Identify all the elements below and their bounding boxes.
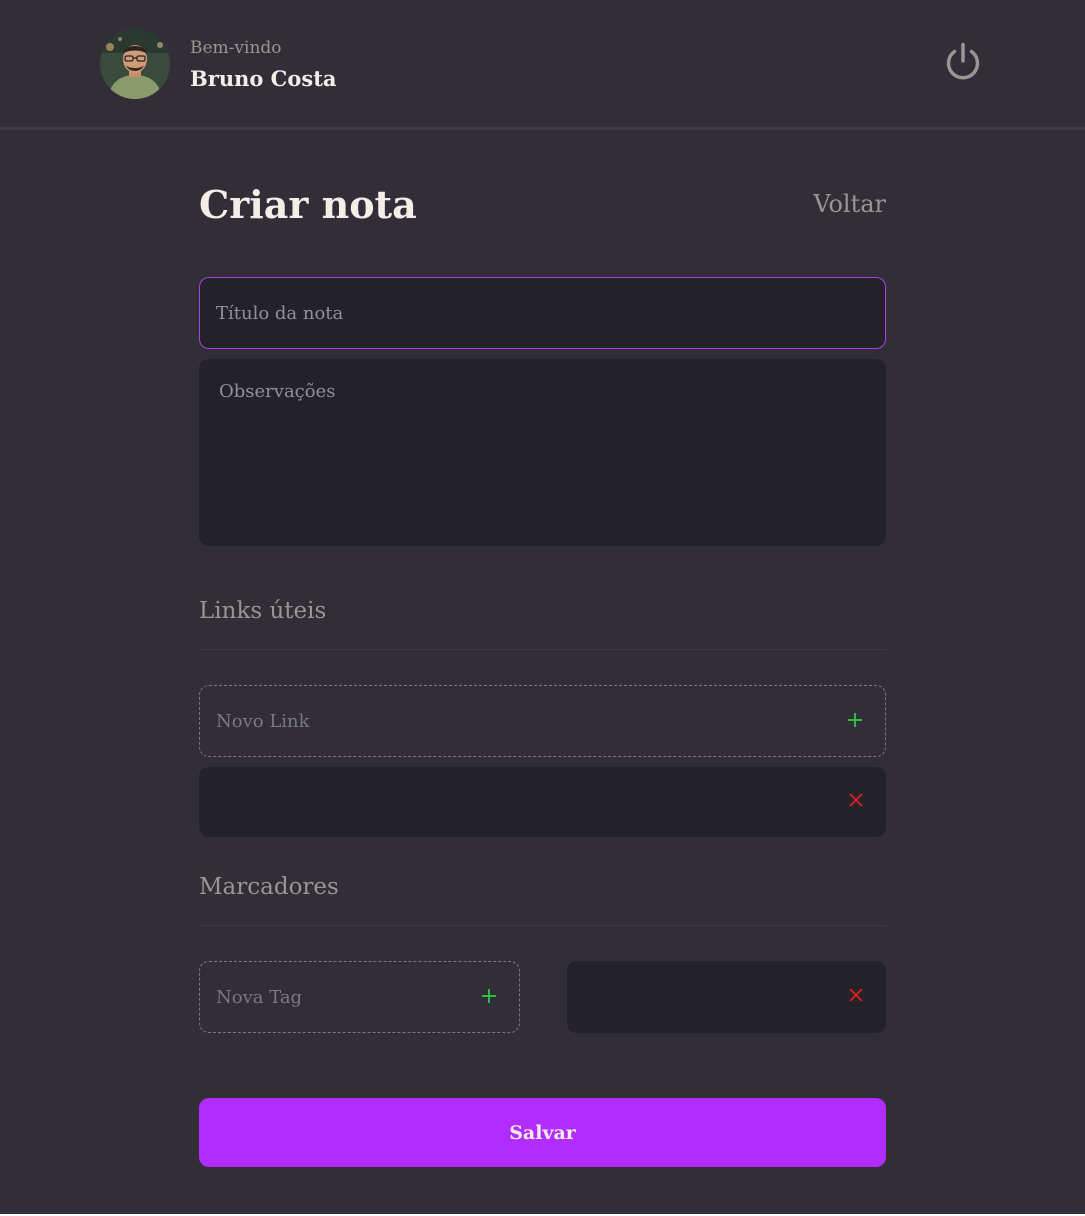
add-link-plus-icon[interactable]	[846, 711, 864, 729]
page-title: Criar nota	[199, 182, 417, 227]
note-title-placeholder: Título da nota	[216, 302, 344, 324]
remove-link-close-icon[interactable]	[847, 791, 865, 809]
links-section-title: Links úteis	[199, 598, 327, 624]
power-icon[interactable]	[942, 41, 984, 83]
link-item[interactable]	[199, 767, 886, 837]
remove-tag-close-icon[interactable]	[847, 986, 865, 1004]
notes-placeholder: Observações	[219, 381, 336, 402]
tag-item[interactable]	[567, 961, 886, 1033]
links-divider	[199, 649, 886, 650]
tags-divider	[199, 925, 886, 926]
notes-textarea[interactable]: Observações	[199, 359, 886, 546]
app-header: Bem-vindo Bruno Costa	[0, 0, 1085, 130]
avatar[interactable]	[100, 29, 170, 99]
new-tag-placeholder: Nova Tag	[216, 986, 303, 1008]
user-name[interactable]: Bruno Costa	[190, 66, 337, 91]
save-button[interactable]: Salvar	[199, 1098, 886, 1167]
tags-section-title: Marcadores	[199, 874, 339, 900]
back-link[interactable]: Voltar	[780, 190, 886, 218]
new-tag-input[interactable]: Nova Tag	[199, 961, 520, 1033]
welcome-label: Bem-vindo	[190, 38, 282, 58]
add-tag-plus-icon[interactable]	[480, 987, 498, 1005]
new-link-input[interactable]: Novo Link	[199, 685, 886, 757]
note-title-input[interactable]: Título da nota	[199, 277, 886, 349]
new-link-placeholder: Novo Link	[216, 710, 310, 732]
